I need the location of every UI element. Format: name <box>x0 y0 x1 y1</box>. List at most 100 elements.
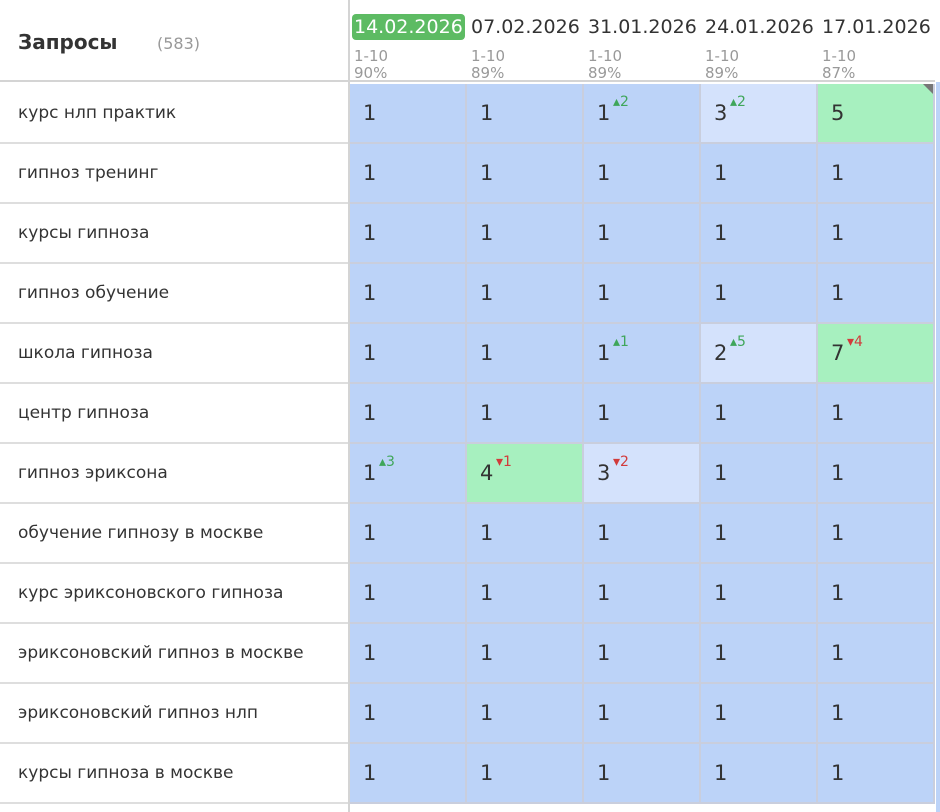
position-cell[interactable]: 1 <box>701 144 818 204</box>
position-cell[interactable]: 1 <box>818 504 935 564</box>
query-row-label[interactable]: гипноз обучение <box>0 264 348 324</box>
position-cell[interactable]: 1 <box>701 744 818 804</box>
position-value: 1 <box>597 281 611 305</box>
position-change: ▾4 <box>847 335 863 349</box>
query-text: гипноз тренинг <box>18 163 159 183</box>
position-cell[interactable]: 1 <box>818 624 935 684</box>
position-cell[interactable]: 1 ▴3 <box>350 444 467 504</box>
change-value: 3 <box>386 454 395 470</box>
position-change: ▴2 <box>730 95 746 109</box>
position-value: 1 <box>831 401 845 425</box>
position-cell[interactable]: 1 <box>350 204 467 264</box>
column-date[interactable]: 24.01.2026 <box>705 14 814 40</box>
position-cell[interactable]: 1 <box>584 624 701 684</box>
date-column-header[interactable]: 24.01.2026 1-10 89% <box>701 0 818 82</box>
position-cell[interactable]: 1 <box>701 504 818 564</box>
position-cell[interactable]: 1 <box>701 264 818 324</box>
position-cell[interactable]: 1 <box>701 684 818 744</box>
column-date[interactable]: 31.01.2026 <box>588 14 697 40</box>
position-cell[interactable]: 1 <box>584 384 701 444</box>
position-cell[interactable]: 1 <box>350 264 467 324</box>
position-cell[interactable]: 7 ▾4 <box>818 324 935 384</box>
position-cell[interactable]: 1 <box>701 204 818 264</box>
query-row-label[interactable]: курс нлп практик <box>0 84 348 144</box>
position-value: 1 <box>363 161 377 185</box>
position-cell[interactable]: 1 <box>467 384 584 444</box>
position-cell[interactable]: 1 <box>467 144 584 204</box>
position-cell[interactable]: 1 <box>818 564 935 624</box>
position-cell[interactable]: 1 <box>818 744 935 804</box>
date-column-header[interactable]: 14.02.2026 1-10 90% <box>350 0 467 82</box>
position-cell[interactable]: 1 <box>350 84 467 144</box>
query-row-label[interactable]: эриксоновский гипноз нлп <box>0 684 348 744</box>
queries-header[interactable]: Запросы (583) <box>0 0 348 82</box>
position-cell[interactable]: 1 <box>467 684 584 744</box>
position-cell[interactable]: 1 <box>701 384 818 444</box>
position-cell[interactable]: 1 <box>584 504 701 564</box>
position-cell[interactable]: 1 <box>467 504 584 564</box>
date-column-header[interactable]: 07.02.2026 1-10 89% <box>467 0 584 82</box>
date-column-header[interactable]: 31.01.2026 1-10 89% <box>584 0 701 82</box>
query-row-label[interactable]: курсы гипноза <box>0 204 348 264</box>
query-row-label[interactable]: курс эриксоновского гипноза <box>0 564 348 624</box>
position-cell[interactable]: 1 <box>467 204 584 264</box>
position-cell[interactable]: 1 <box>584 204 701 264</box>
position-cell[interactable]: 1 <box>584 264 701 324</box>
position-cell[interactable]: 1 <box>818 264 935 324</box>
position-cell[interactable]: 1 <box>818 684 935 744</box>
position-cell[interactable]: 4 ▾1 <box>467 444 584 504</box>
position-cell[interactable]: 1 <box>350 504 467 564</box>
position-cell[interactable]: 1 <box>818 444 935 504</box>
position-cell[interactable]: 1 <box>350 384 467 444</box>
column-date[interactable]: 14.02.2026 <box>352 14 465 40</box>
position-cell[interactable]: 1 <box>467 84 584 144</box>
position-change: ▴1 <box>613 335 629 349</box>
column-divider[interactable] <box>348 0 350 812</box>
date-column-header[interactable]: 17.01.2026 1-10 87% <box>818 0 935 82</box>
query-row-label[interactable]: курсы гипноза в москве <box>0 744 348 804</box>
position-cell[interactable]: 3 ▾2 <box>584 444 701 504</box>
position-cell[interactable]: 1 <box>584 684 701 744</box>
position-cell[interactable]: 1 <box>467 744 584 804</box>
query-row-label[interactable]: эриксоновский гипноз в москве <box>0 624 348 684</box>
query-row-label[interactable]: центр гипноза <box>0 384 348 444</box>
position-value: 1 <box>714 401 728 425</box>
position-cell[interactable]: 1 <box>350 144 467 204</box>
position-cell[interactable]: 1 <box>350 744 467 804</box>
position-value: 1 <box>363 401 377 425</box>
query-row-label[interactable]: школа гипноза <box>0 324 348 384</box>
position-cell[interactable]: 1 <box>467 324 584 384</box>
position-cell[interactable]: 3 ▴2 <box>701 84 818 144</box>
arrow-up-icon: ▴ <box>730 334 738 350</box>
position-cell[interactable]: 1 <box>701 624 818 684</box>
position-cell[interactable]: 1 <box>584 744 701 804</box>
position-cell[interactable]: 1 <box>818 144 935 204</box>
position-value: 1 <box>480 641 494 665</box>
position-cell[interactable]: 1 ▴2 <box>584 84 701 144</box>
position-cell[interactable]: 1 ▴1 <box>584 324 701 384</box>
position-cell[interactable]: 1 <box>701 564 818 624</box>
column-date[interactable]: 07.02.2026 <box>471 14 580 40</box>
position-cell[interactable]: 1 <box>584 564 701 624</box>
position-cell[interactable]: 1 <box>350 624 467 684</box>
position-cell[interactable]: 1 <box>701 444 818 504</box>
change-value: 1 <box>620 334 629 350</box>
position-cell[interactable]: 1 <box>818 384 935 444</box>
position-cell[interactable]: 1 <box>350 324 467 384</box>
position-cell[interactable]: 2 ▴5 <box>701 324 818 384</box>
query-row-label[interactable]: гипноз эриксона <box>0 444 348 504</box>
position-cell[interactable]: 1 <box>584 144 701 204</box>
query-row-label[interactable]: гипноз тренинг <box>0 144 348 204</box>
position-value: 1 <box>831 581 845 605</box>
position-cell[interactable]: 1 <box>818 204 935 264</box>
position-cell[interactable]: 1 <box>467 564 584 624</box>
column-percent: 90% <box>354 64 388 82</box>
query-row-label[interactable]: обучение гипнозу в москве <box>0 504 348 564</box>
position-cell[interactable]: 1 <box>467 264 584 324</box>
position-cell[interactable]: 5 <box>818 84 935 144</box>
column-date[interactable]: 17.01.2026 <box>822 14 931 40</box>
position-cell[interactable]: 1 <box>350 564 467 624</box>
position-value: 1 <box>363 521 377 545</box>
position-cell[interactable]: 1 <box>350 684 467 744</box>
position-cell[interactable]: 1 <box>467 624 584 684</box>
